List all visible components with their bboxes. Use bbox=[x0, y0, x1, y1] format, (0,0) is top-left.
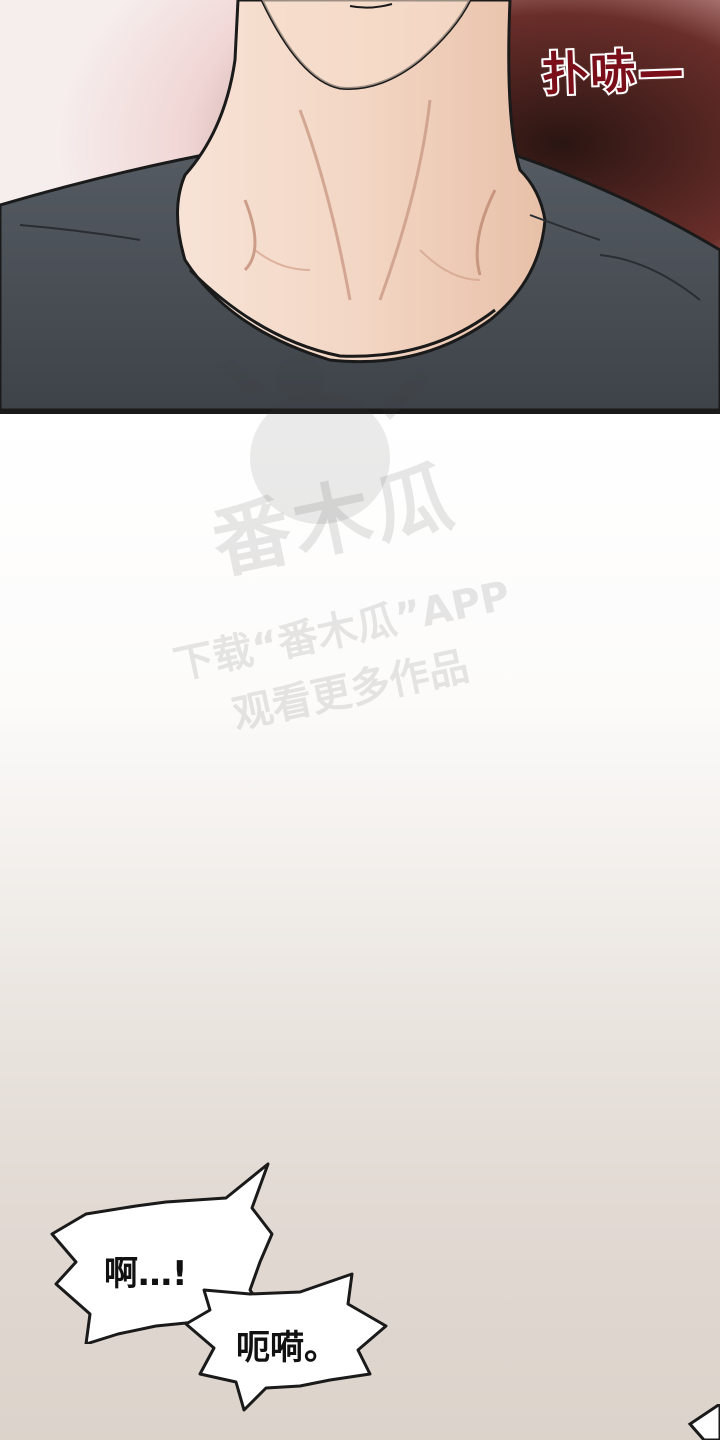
comic-panel-bottom: 啊…! 呃嗬。 bbox=[0, 414, 720, 1440]
speech-bubble-2: 呃嗬。 bbox=[180, 1264, 390, 1414]
bubble-fragment bbox=[687, 1404, 720, 1440]
comic-page: 扑哧— 啊…! 呃嗬。 bbox=[0, 0, 720, 1440]
sound-effect-text: 扑哧— bbox=[539, 41, 689, 104]
comic-panel-top: 扑哧— bbox=[0, 0, 720, 414]
speech-bubble-2-text: 呃嗬。 bbox=[236, 1328, 338, 1368]
speech-bubble-1-text: 啊…! bbox=[104, 1254, 188, 1294]
